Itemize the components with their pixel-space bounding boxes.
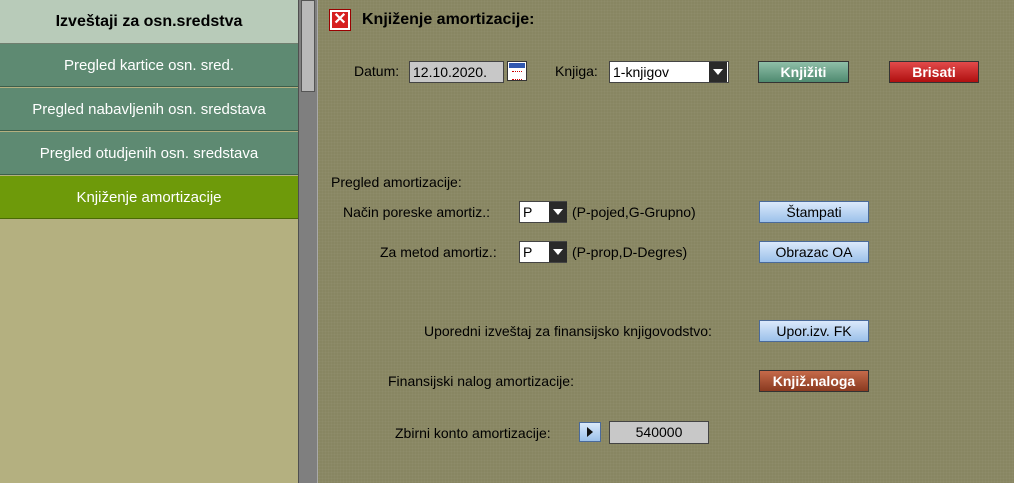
scrollbar-thumb[interactable] (301, 0, 315, 92)
close-icon[interactable] (329, 9, 351, 31)
brisati-button[interactable]: Brisati (889, 61, 979, 83)
play-arrow-icon[interactable] (579, 422, 601, 442)
nacin-label: Način poreske amortiz.: (343, 204, 491, 220)
page-title: Knjiženje amortizacije: (362, 11, 535, 28)
sidebar-item-pregled-kartice[interactable]: Pregled kartice osn. sred. (0, 44, 298, 87)
sidebar-item-pregled-nabavljenih[interactable]: Pregled nabavljenih osn. sredstava (0, 88, 298, 131)
chevron-down-icon[interactable] (709, 62, 727, 82)
pregled-amortizacije-label: Pregled amortizacije: (331, 174, 462, 190)
metod-label: Za metod amortiz.: (380, 244, 497, 260)
sidebar-item-pregled-otudjenih[interactable]: Pregled otudjenih osn. sredstava (0, 132, 298, 175)
nacin-hint: (P-pojed,G-Grupno) (572, 204, 696, 220)
main-panel: Knjiženje amortizacije: Datum: 12.10.202… (318, 0, 1014, 483)
sidebar-header: Izveštaji za osn.sredstva (0, 0, 298, 44)
metod-hint: (P-prop,D-Degres) (572, 244, 688, 260)
knjiziti-button[interactable]: Knjižiti (758, 61, 849, 83)
konto-label: Zbirni konto amortizacije: (395, 425, 551, 441)
sidebar: Izveštaji za osn.sredstva Pregled kartic… (0, 0, 298, 483)
obrazac-oa-button[interactable]: Obrazac OA (759, 241, 869, 263)
nalog-label: Finansijski nalog amortizacije: (388, 373, 574, 389)
upor-izv-fk-button[interactable]: Upor.izv. FK (759, 320, 869, 342)
datum-field[interactable]: 12.10.2020. (409, 61, 504, 83)
calendar-icon[interactable] (507, 61, 527, 81)
chevron-down-icon[interactable] (549, 242, 567, 262)
knjiga-label: Knjiga: (555, 63, 598, 79)
stampati-button[interactable]: Štampati (759, 201, 869, 223)
konto-field[interactable]: 540000 (609, 421, 709, 444)
sidebar-item-knjizenje-amortizacije[interactable]: Knjiženje amortizacije (0, 176, 298, 219)
datum-label: Datum: (354, 63, 400, 79)
chevron-down-icon[interactable] (549, 202, 567, 222)
uporedni-label: Uporedni izveštaj za finansijsko knjigov… (424, 323, 712, 339)
knjiz-naloga-button[interactable]: Knjiž.naloga (759, 370, 869, 392)
